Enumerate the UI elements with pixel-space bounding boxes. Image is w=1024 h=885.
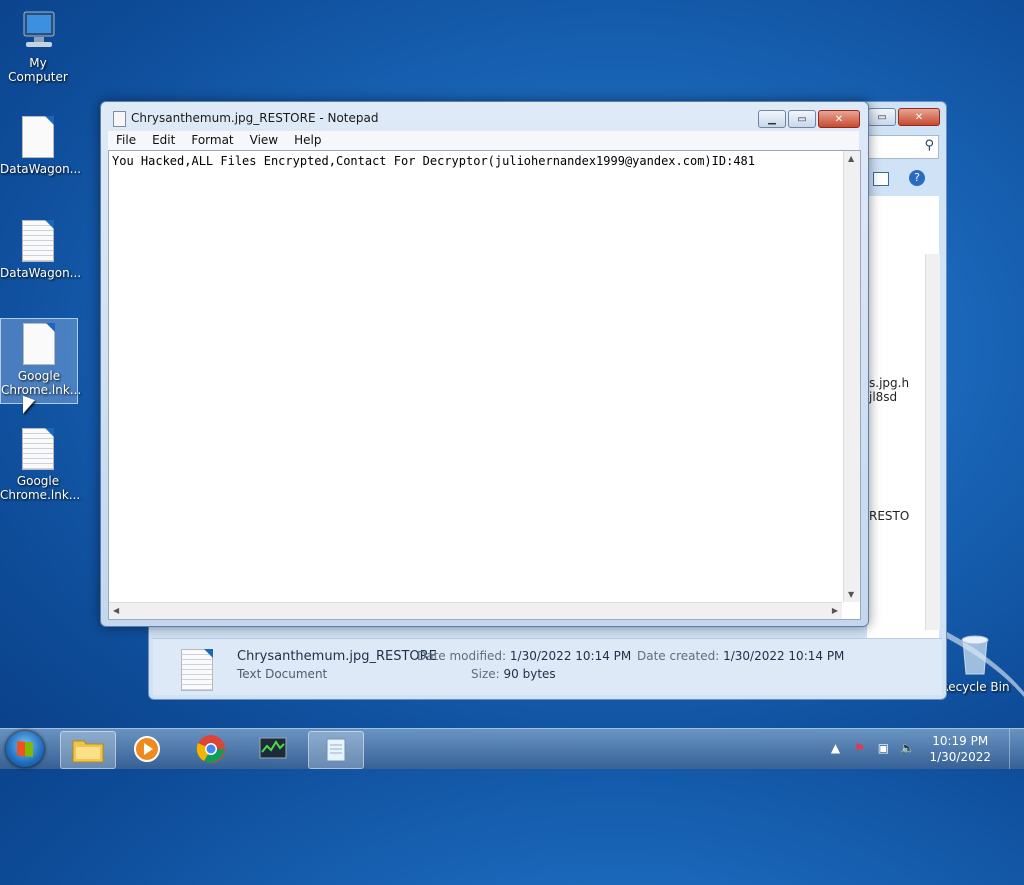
menu-format[interactable]: Format (183, 131, 241, 150)
menu-bar: File Edit Format View Help (108, 131, 859, 150)
desktop-icon-label: Google Chrome.lnk... (0, 474, 81, 502)
menu-view[interactable]: View (242, 131, 286, 150)
window-title: Chrysanthemum.jpg_RESTORE - Notepad (131, 111, 379, 125)
explorer-details-pane: Chrysanthemum.jpg_RESTORE Text Document … (153, 638, 942, 695)
desktop-icon-datawagon-1[interactable]: DataWagon... (0, 116, 82, 176)
taskbar-explorer-button[interactable] (60, 731, 116, 769)
menu-help[interactable]: Help (286, 131, 329, 150)
show-hidden-icons-icon[interactable]: ▲ (826, 741, 844, 757)
taskbar-task-manager-button[interactable] (246, 731, 300, 767)
network-icon[interactable]: ▣ (874, 741, 892, 757)
clock-time: 10:19 PM (932, 734, 989, 748)
scroll-down-arrow-icon[interactable]: ▼ (848, 590, 854, 599)
notepad-window-controls: ▁ ▭ ✕ (758, 110, 860, 128)
folder-icon (72, 740, 104, 763)
details-date-created-value: 1/30/2022 10:14 PM (723, 649, 845, 663)
desktop-icon-label: DataWagon... (0, 162, 82, 176)
explorer-window-controls: ▭ ✕ (868, 108, 940, 126)
volume-icon[interactable]: 🔈 (898, 741, 916, 757)
clock-date: 1/30/2022 (929, 750, 991, 764)
file-item-label: RESTO (869, 509, 910, 523)
media-player-icon (134, 736, 160, 762)
vertical-scrollbar[interactable]: ▲ ▼ (843, 151, 860, 602)
text-editor-area[interactable]: You Hacked,ALL Files Encrypted,Contact F… (108, 150, 861, 620)
file-item[interactable]: RESTO (869, 509, 909, 523)
desktop-icon-label: Recycle Bin (940, 680, 1010, 694)
text-document-icon (181, 649, 213, 691)
search-icon: ⚲ (924, 138, 934, 153)
desktop-icon-label: My Computer (8, 56, 68, 84)
notepad-window[interactable]: Chrysanthemum.jpg_RESTORE - Notepad ▁ ▭ … (100, 101, 869, 627)
file-item-label: jl8sd (869, 390, 898, 404)
computer-icon (16, 8, 60, 52)
document-text[interactable]: You Hacked,ALL Files Encrypted,Contact F… (112, 154, 755, 168)
document-icon (23, 323, 55, 365)
details-date-modified-label: Date modified: (417, 649, 507, 663)
scroll-up-arrow-icon[interactable]: ▲ (848, 154, 854, 163)
system-tray: ▲ ⚑ ▣ 🔈 10:19 PM 1/30/2022 (823, 729, 1024, 769)
close-button[interactable]: ✕ (818, 110, 860, 128)
maximize-button[interactable]: ▭ (788, 110, 816, 128)
desktop-icon-label: Google Chrome.lnk... (1, 369, 82, 397)
desktop-icon-datawagon-2[interactable]: DataWagon... (0, 220, 82, 280)
details-file-type: Text Document (237, 667, 328, 681)
minimize-button[interactable]: ▁ (758, 110, 786, 128)
details-file-name: Chrysanthemum.jpg_RESTORE (237, 649, 437, 664)
file-item-label: s.jpg.h (869, 376, 910, 390)
desktop-icon-recycle-bin[interactable]: Recycle Bin (937, 632, 1013, 694)
explorer-search-box[interactable]: ⚲ (867, 135, 939, 159)
explorer-maximize-button[interactable]: ▭ (868, 108, 896, 126)
windows-logo-icon (17, 741, 33, 757)
document-icon (22, 116, 54, 158)
desktop-icon-chrome-lnk-1[interactable]: Google Chrome.lnk... (0, 318, 82, 404)
view-pane-icon[interactable] (873, 172, 889, 186)
help-icon[interactable]: ? (909, 170, 925, 186)
task-manager-icon (259, 737, 287, 759)
details-date-created-label: Date created: (637, 649, 720, 663)
details-date-modified-value: 1/30/2022 10:14 PM (509, 649, 632, 663)
taskbar: ▲ ⚑ ▣ 🔈 10:19 PM 1/30/2022 (0, 728, 1024, 769)
mouse-cursor-icon (23, 395, 35, 419)
desktop-icon-label: DataWagon... (0, 266, 82, 280)
taskbar-notepad-button[interactable] (308, 731, 364, 769)
scroll-left-arrow-icon[interactable]: ◀ (113, 606, 119, 615)
taskbar-media-player-button[interactable] (120, 731, 174, 767)
details-size-value: 90 bytes (503, 667, 556, 681)
file-item[interactable]: s.jpg.h jl8sd (869, 376, 909, 404)
chrome-icon (196, 735, 225, 763)
scroll-right-arrow-icon[interactable]: ▶ (832, 606, 838, 615)
menu-edit[interactable]: Edit (144, 131, 183, 150)
explorer-toolbar: ? lder (867, 168, 941, 230)
notepad-doc-icon (113, 111, 126, 127)
taskbar-clock[interactable]: 10:19 PM 1/30/2022 (929, 733, 991, 765)
text-document-icon (22, 428, 54, 470)
taskbar-chrome-button[interactable] (184, 731, 238, 767)
desktop-icon-chrome-lnk-2[interactable]: Google Chrome.lnk... (0, 428, 81, 502)
menu-file[interactable]: File (108, 131, 144, 150)
notepad-icon (326, 738, 346, 762)
explorer-close-button[interactable]: ✕ (898, 108, 940, 126)
action-center-flag-icon[interactable]: ⚑ (850, 741, 868, 757)
explorer-vertical-scrollbar[interactable] (925, 254, 940, 630)
show-desktop-button[interactable] (1009, 729, 1024, 769)
start-button[interactable] (6, 731, 44, 767)
text-document-icon (22, 220, 54, 262)
desktop-icon-my-computer[interactable]: My Computer (0, 8, 76, 84)
horizontal-scrollbar[interactable]: ◀ ▶ (109, 602, 842, 619)
details-size-label: Size: (471, 667, 500, 681)
recycle-bin-icon (957, 632, 993, 676)
